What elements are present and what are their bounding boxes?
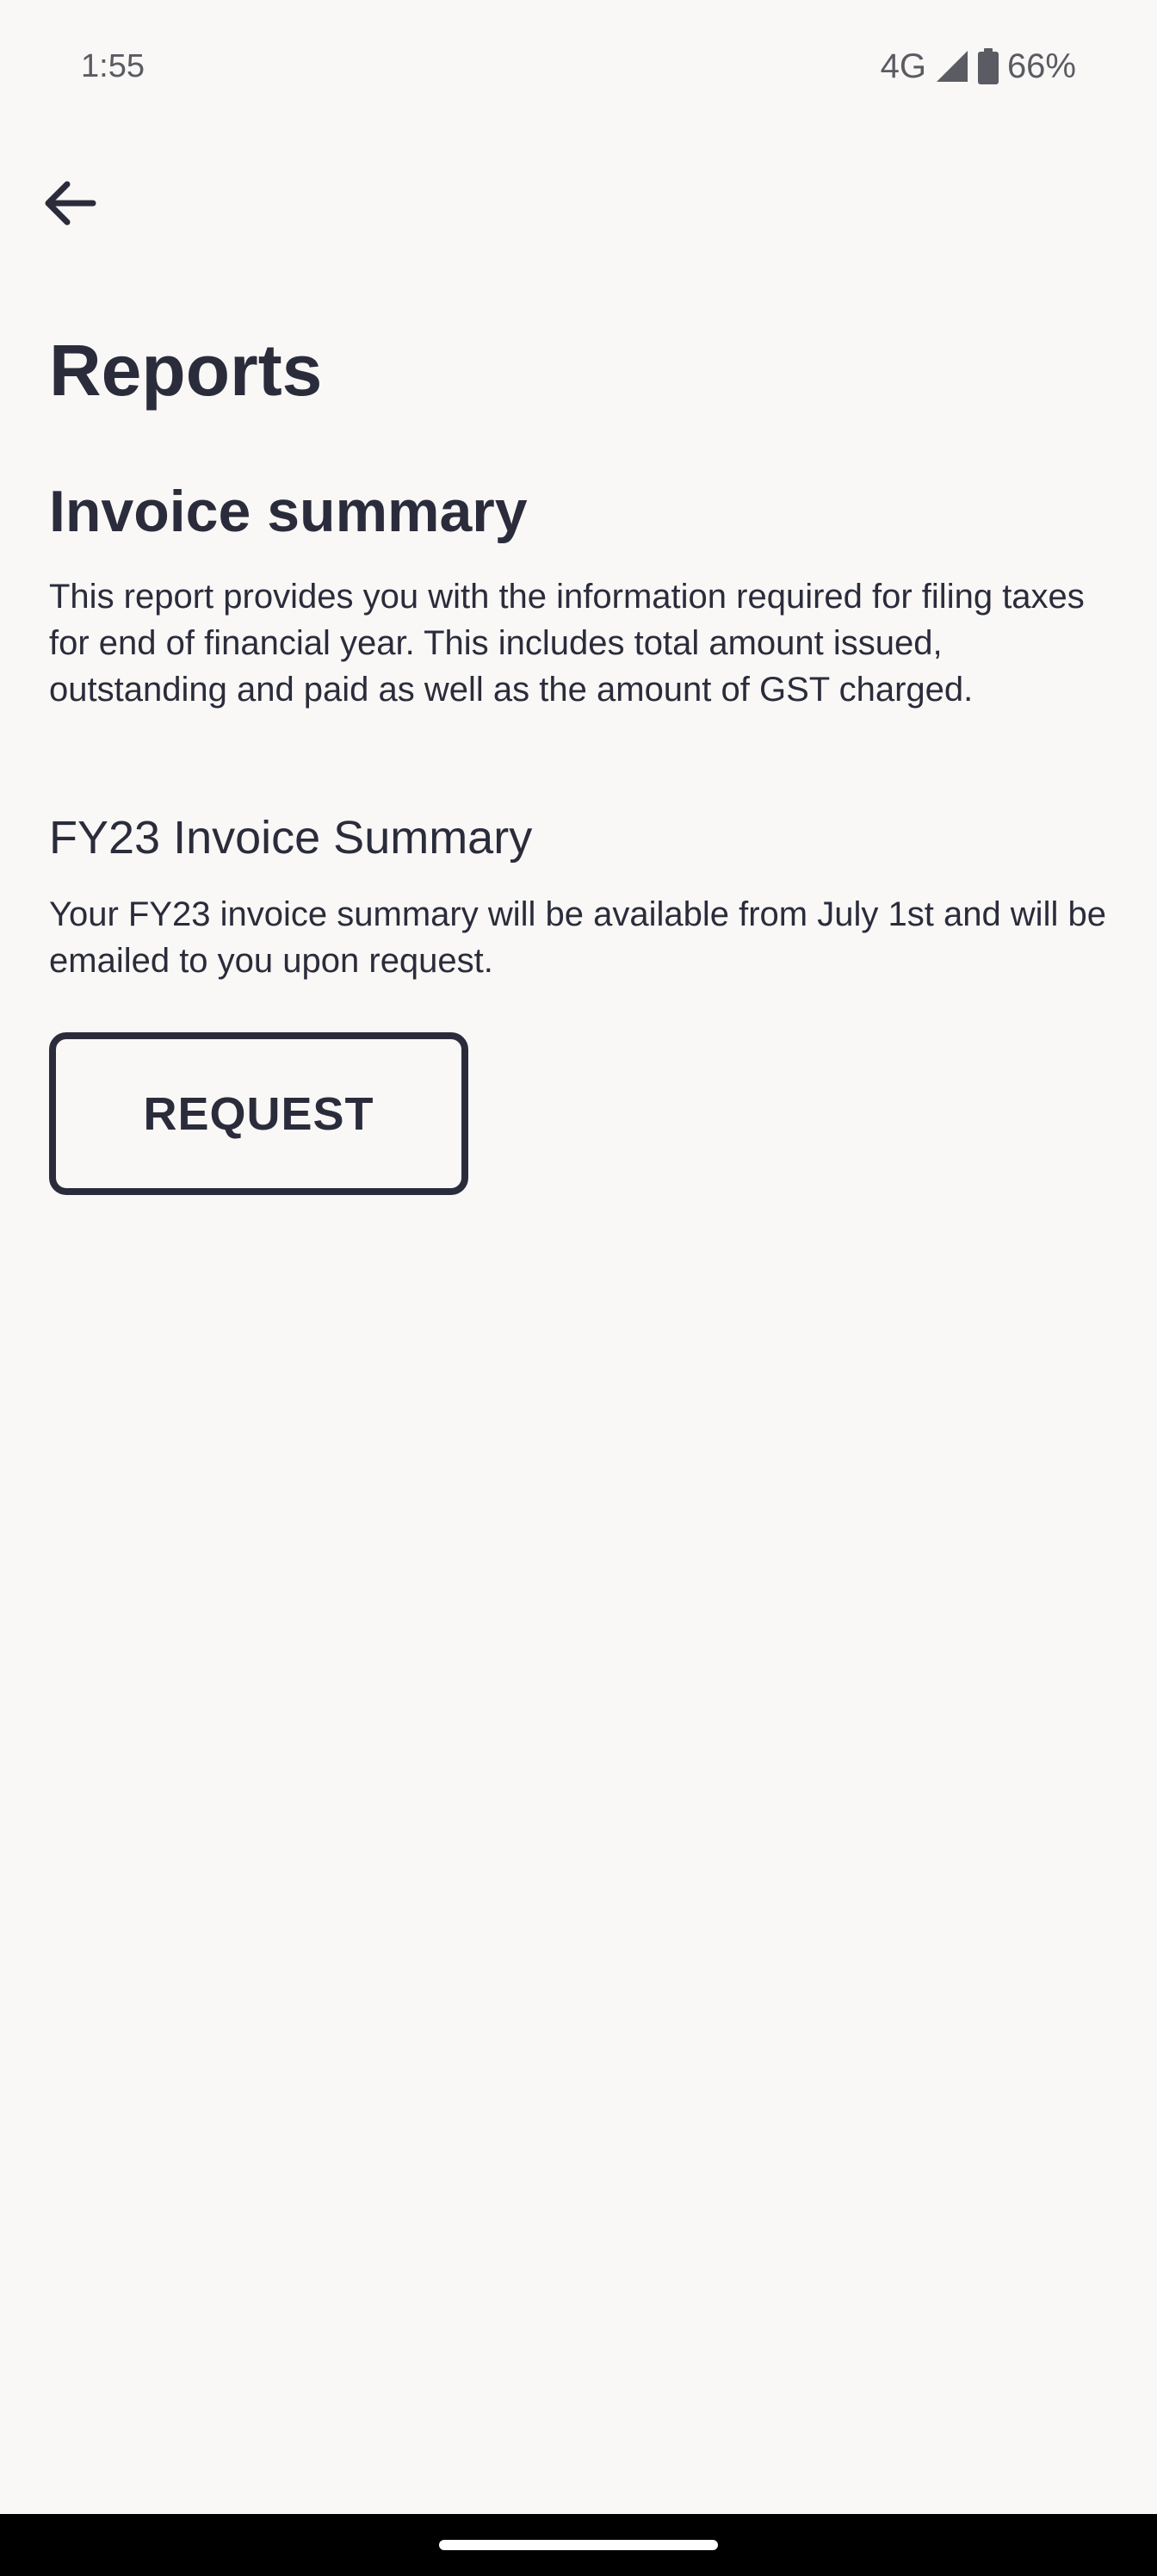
fy23-summary-description: Your FY23 invoice summary will be availa…: [49, 895, 1106, 980]
status-bar: 1:55 4G 66%: [0, 0, 1157, 129]
cellular-signal-icon: [935, 49, 969, 84]
invoice-summary-description: This report provides you with the inform…: [49, 578, 1085, 709]
battery-level: 66%: [1006, 46, 1076, 85]
request-button[interactable]: REQUEST: [49, 1032, 468, 1195]
arrow-left-icon: [41, 179, 96, 232]
status-time: 1:55: [81, 48, 145, 84]
network-type: 4G: [880, 46, 926, 85]
fy23-summary-title: FY23 Invoice Summary: [49, 812, 533, 864]
page-title: Reports: [49, 330, 323, 411]
invoice-summary-title: Invoice summary: [49, 479, 528, 544]
battery-icon: [977, 48, 999, 84]
back-button[interactable]: [33, 169, 105, 241]
status-indicators: 4G 66%: [881, 43, 1076, 90]
home-indicator[interactable]: [439, 2540, 718, 2550]
